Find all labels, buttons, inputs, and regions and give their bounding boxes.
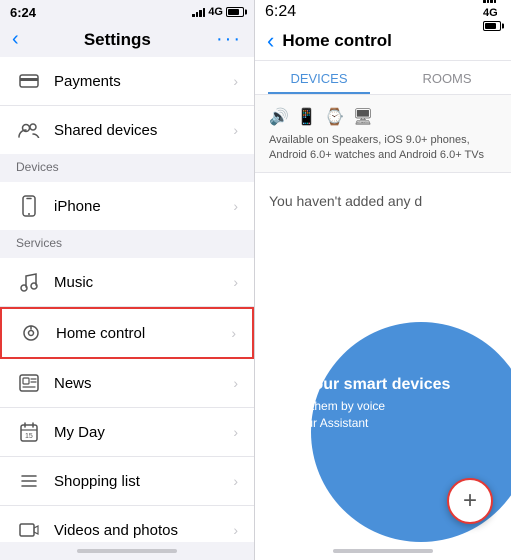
list-item-my-day[interactable]: 15 My Day ›	[0, 408, 254, 457]
watch-icon: ⌚	[325, 107, 345, 127]
right-network-label: 4G	[483, 7, 498, 19]
right-status-icons: 4G	[483, 0, 501, 31]
music-icon	[16, 269, 42, 295]
list-item-iphone[interactable]: iPhone ›	[0, 182, 254, 230]
right-home-bar	[333, 549, 433, 553]
left-home-indicator	[0, 542, 254, 560]
right-home-indicator	[255, 542, 511, 560]
back-chevron-icon: ‹	[12, 28, 19, 51]
settings-list: Payments › Shared devices › Devices	[0, 57, 254, 542]
payments-label: Payments	[54, 73, 233, 90]
my-day-icon: 15	[16, 419, 42, 445]
my-day-label: My Day	[54, 424, 233, 441]
devices-info: 🔊 📱 ⌚ 🖥 Available on Speakers, iOS 9.0+ …	[255, 95, 511, 173]
list-item-music[interactable]: Music ›	[0, 258, 254, 307]
tab-rooms-label: ROOMS	[422, 71, 471, 86]
right-battery-icon	[483, 21, 501, 31]
left-status-bar: 6:24 4G	[0, 0, 254, 22]
shopping-list-icon	[16, 468, 42, 494]
right-panel: 6:24 4G ‹ Home control DEVICES ROOMS	[255, 0, 511, 560]
iphone-icon	[16, 193, 42, 219]
shopping-list-chevron-icon: ›	[233, 473, 238, 489]
left-nav-title: Settings	[84, 30, 151, 50]
iphone-chevron-icon: ›	[233, 198, 238, 214]
tab-devices[interactable]: DEVICES	[255, 61, 383, 94]
home-control-icon	[18, 320, 44, 346]
iphone-label: iPhone	[54, 198, 233, 215]
services-section-label: Services	[0, 230, 254, 252]
devices-description: Available on Speakers, iOS 9.0+ phones, …	[269, 133, 497, 164]
svg-text:15: 15	[25, 433, 33, 440]
right-time: 6:24	[265, 3, 296, 21]
devices-group: iPhone ›	[0, 182, 254, 230]
videos-photos-label: Videos and photos	[54, 522, 233, 539]
main-content: You haven't added any d Add your smart d…	[255, 173, 511, 542]
right-nav-bar: ‹ Home control	[255, 22, 511, 61]
videos-photos-icon	[16, 517, 42, 542]
left-home-bar	[77, 549, 177, 553]
signal-bars-icon	[192, 7, 205, 17]
top-group: Payments › Shared devices ›	[0, 57, 254, 154]
right-status-bar: 6:24 4G	[255, 0, 511, 22]
network-label: 4G	[208, 6, 223, 18]
news-label: News	[54, 375, 233, 392]
news-icon	[16, 370, 42, 396]
tabs-bar: DEVICES ROOMS	[255, 61, 511, 95]
list-item-news[interactable]: News ›	[0, 359, 254, 408]
shared-devices-chevron-icon: ›	[233, 122, 238, 138]
list-item-home-control[interactable]: Home control ›	[0, 307, 254, 359]
services-group: Music › Home control ›	[0, 258, 254, 542]
left-panel: 6:24 4G ‹ Settings ···	[0, 0, 255, 560]
home-control-label: Home control	[56, 325, 231, 342]
music-chevron-icon: ›	[233, 274, 238, 290]
add-devices-title: Add your smart devices	[269, 376, 450, 394]
videos-photos-chevron-icon: ›	[233, 522, 238, 538]
list-item-payments[interactable]: Payments ›	[0, 57, 254, 106]
left-nav-bar: ‹ Settings ···	[0, 22, 254, 57]
list-item-videos-photos[interactable]: Videos and photos ›	[0, 506, 254, 542]
add-devices-text: Add your smart devices Control them by v…	[269, 376, 450, 432]
right-nav-title: Home control	[282, 31, 392, 51]
phone-icon: 📱	[297, 107, 317, 127]
shared-devices-label: Shared devices	[54, 122, 233, 139]
home-control-chevron-icon: ›	[231, 325, 236, 341]
payments-icon	[16, 68, 42, 94]
music-label: Music	[54, 274, 233, 291]
left-time: 6:24	[10, 5, 36, 20]
services-section-divider: Services	[0, 230, 254, 258]
speaker-icon: 🔊	[269, 107, 289, 127]
shopping-list-label: Shopping list	[54, 473, 233, 490]
left-back-button[interactable]: ‹	[12, 28, 19, 51]
payments-chevron-icon: ›	[233, 73, 238, 89]
devices-section-label: Devices	[0, 154, 254, 176]
empty-message: You haven't added any d	[255, 173, 511, 229]
left-status-icons: 4G	[192, 6, 244, 18]
shared-devices-icon	[16, 117, 42, 143]
tab-rooms[interactable]: ROOMS	[383, 61, 511, 94]
tv-icon: 🖥	[353, 107, 373, 127]
right-signal-bars-icon	[483, 0, 501, 3]
right-back-button[interactable]: ‹	[267, 28, 274, 54]
add-devices-subtitle: Control them by voicewith your Assistant	[269, 398, 450, 432]
news-chevron-icon: ›	[233, 375, 238, 391]
battery-icon	[226, 7, 244, 17]
tab-devices-label: DEVICES	[290, 71, 347, 86]
add-device-fab-button[interactable]: +	[447, 478, 493, 524]
more-options-icon[interactable]: ···	[216, 28, 242, 51]
devices-section-divider: Devices	[0, 154, 254, 182]
device-icons-row: 🔊 📱 ⌚ 🖥	[269, 107, 497, 127]
my-day-chevron-icon: ›	[233, 424, 238, 440]
list-item-shopping-list[interactable]: Shopping list ›	[0, 457, 254, 506]
add-icon: +	[463, 487, 477, 515]
list-item-shared-devices[interactable]: Shared devices ›	[0, 106, 254, 154]
